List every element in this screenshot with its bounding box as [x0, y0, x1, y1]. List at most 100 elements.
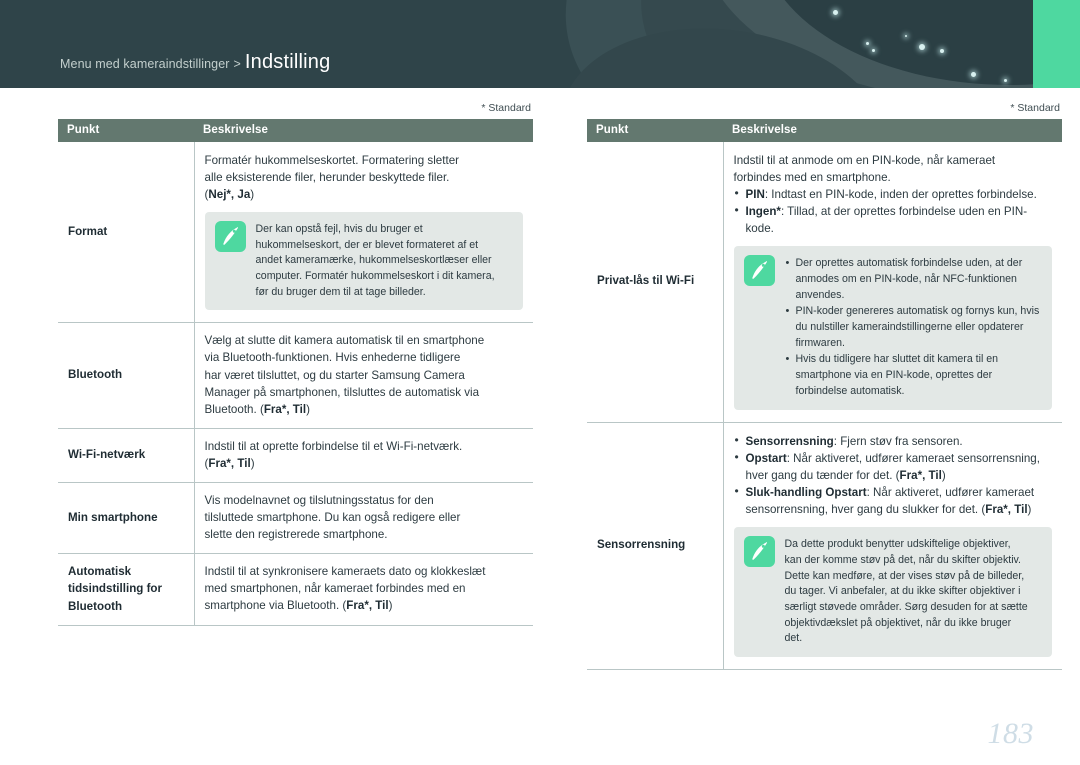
- desc-line: via Bluetooth-funktionen. Hvis enhederne…: [204, 351, 461, 365]
- pen-nib-icon: [743, 255, 775, 287]
- note-text: Der oprettes automatisk forbindelse uden…: [785, 255, 1042, 400]
- desc-line: tilsluttede smartphone. Du kan også redi…: [204, 510, 461, 524]
- table-row: Privat-lås til Wi-Fi Indstil til at anmo…: [587, 142, 1062, 424]
- left-standard-footnote: * Standard: [481, 102, 531, 114]
- pen-nib-icon: [214, 221, 246, 253]
- row-item-label: Bluetooth: [58, 322, 195, 429]
- header-decoration-arc-5: [546, 8, 904, 88]
- breadcrumb-parent: Menu med kameraindstillinger: [60, 57, 230, 71]
- row-description: Vælg at slutte dit kamera automatisk til…: [194, 322, 533, 429]
- option-values: Fra*, Til: [985, 503, 1028, 517]
- table-row: Bluetooth Vælg at slutte dit kamera auto…: [58, 322, 533, 429]
- note-line: Der kan opstå fejl, hvis du bruger et: [255, 223, 423, 236]
- option-values: Fra*, Til: [263, 402, 307, 416]
- desc-line: Indstil til at anmode om en PIN-kode, nå…: [733, 154, 996, 167]
- row-description: Indstil til at oprette forbindelse til e…: [194, 428, 533, 483]
- row-item-label: Format: [58, 142, 195, 324]
- list-item: PIN-koder genereres automatisk og fornys…: [785, 303, 1042, 351]
- option-name: Opstart: [745, 452, 787, 466]
- note-line: Dette kan medføre, at der vises støv på …: [784, 569, 1025, 582]
- desc-line: har været tilsluttet, og du starter Sams…: [204, 368, 465, 382]
- note-line: computer. Formatér hukommelseskort i dit…: [255, 270, 495, 283]
- table-header-row: Punkt Beskrivelse: [587, 119, 1062, 142]
- row-item-label: Privat-lås til Wi-Fi: [587, 142, 724, 424]
- header-sparkle: [866, 42, 869, 45]
- header-sparkle: [919, 44, 925, 50]
- option-values: Fra*, Til: [208, 456, 251, 470]
- list-item: Sensorrensning: Fjern støv fra sensoren.: [734, 432, 1053, 450]
- list-item: Sluk-handling Opstart: Når aktiveret, ud…: [734, 483, 1053, 518]
- option-desc: : Når aktiveret, udfører kameraet sensor…: [745, 452, 1040, 483]
- list-item: Opstart: Når aktiveret, udfører kameraet…: [734, 449, 1053, 484]
- row-item-label: Automatisk tidsindstilling for Bluetooth: [58, 553, 195, 626]
- page-header: Menu med kameraindstillinger > Indstilli…: [0, 0, 1080, 88]
- header-sparkle: [1004, 79, 1007, 82]
- row-item-label: Sensorrensning: [587, 422, 724, 671]
- list-item: PIN: Indtast en PIN-kode, inden der opre…: [734, 185, 1053, 203]
- note-line: før du bruger dem til at tage billeder.: [255, 285, 426, 298]
- option-name: Sensorrensning: [745, 435, 834, 449]
- right-column: * Standard Punkt Beskrivelse Privat-lås …: [587, 88, 1062, 671]
- column-header-punkt: Punkt: [587, 119, 723, 142]
- note-line: det.: [784, 632, 803, 645]
- option-list: Sensorrensning: Fjern støv fra sensoren.…: [734, 432, 1053, 518]
- note-list: Der oprettes automatisk forbindelse uden…: [785, 255, 1042, 399]
- pen-nib-icon: [743, 536, 775, 568]
- table-row: Wi-Fi-netværk Indstil til at oprette for…: [58, 428, 533, 483]
- column-header-beskrivelse: Beskrivelse: [194, 119, 533, 142]
- note-text: Der kan opstå fejl, hvis du bruger et hu…: [256, 221, 513, 300]
- desc-line: slette den registrerede smartphone.: [204, 527, 388, 541]
- note-text: Da dette produkt benytter udskiftelige o…: [785, 536, 1042, 647]
- list-item: Hvis du tidligere har sluttet dit kamera…: [785, 351, 1042, 399]
- desc-line: Indstil til at synkronisere kameraets da…: [204, 565, 486, 579]
- note-box: Der kan opstå fejl, hvis du bruger et hu…: [204, 212, 523, 311]
- header-accent-bar: [1033, 0, 1080, 88]
- row-description: Indstil til at anmode om en PIN-kode, nå…: [723, 142, 1062, 424]
- option-desc: : Indtast en PIN-kode, inden der oprette…: [764, 188, 1037, 202]
- header-sparkle: [833, 10, 838, 15]
- table-header-row: Punkt Beskrivelse: [58, 119, 533, 142]
- option-list: PIN: Indtast en PIN-kode, inden der opre…: [734, 185, 1053, 237]
- option-values: Nej*, Ja: [208, 188, 251, 202]
- desc-line: forbindes med en smartphone.: [733, 171, 891, 185]
- note-line: kan der komme støv på det, når du skifte…: [784, 554, 1022, 567]
- left-column: * Standard Punkt Beskrivelse Format Form…: [58, 88, 533, 670]
- row-description: Vis modelnavnet og tilslutningsstatus fo…: [194, 482, 533, 554]
- note-line: hukommelseskort, der er blevet formatere…: [255, 238, 479, 251]
- desc-options: Bluetooth. (Fra*, Til): [204, 402, 311, 416]
- right-settings-table: Punkt Beskrivelse Privat-lås til Wi-Fi I…: [587, 119, 1062, 671]
- note-box: Da dette produkt benytter udskiftelige o…: [733, 527, 1052, 658]
- note-box: Der oprettes automatisk forbindelse uden…: [733, 246, 1052, 411]
- row-item-label: Wi-Fi-netværk: [58, 428, 195, 483]
- header-sparkle: [940, 49, 944, 53]
- desc-line: Vælg at slutte dit kamera automatisk til…: [204, 334, 485, 348]
- desc-options: (Fra*, Til): [204, 456, 255, 470]
- row-item-label: Min smartphone: [58, 482, 195, 554]
- desc-line: Indstil til at oprette forbindelse til e…: [204, 439, 463, 453]
- header-sparkle: [905, 35, 907, 37]
- table-row: Sensorrensning Sensorrensning: Fjern stø…: [587, 422, 1062, 671]
- note-line: særligt støvede områder. Sørg desuden fo…: [784, 601, 1028, 614]
- desc-line: Formatér hukommelseskortet. Formatering …: [204, 154, 460, 167]
- breadcrumb-separator: >: [233, 57, 241, 71]
- note-line: Da dette produkt benytter udskiftelige o…: [784, 538, 1011, 551]
- desc-options: smartphone via Bluetooth. (Fra*, Til): [204, 599, 393, 613]
- row-description: Sensorrensning: Fjern støv fra sensoren.…: [723, 422, 1062, 671]
- note-line: objektivdækslet på objektivet, når du ik…: [784, 616, 1012, 629]
- header-sparkle: [971, 72, 976, 77]
- table-row: Min smartphone Vis modelnavnet og tilslu…: [58, 482, 533, 554]
- header-decoration-arc-3: [700, 0, 1080, 88]
- option-values: Fra*, Til: [899, 469, 942, 483]
- desc-line: med smartphonen, når kameraet forbindes …: [204, 582, 466, 596]
- header-decoration-arc-4: [760, 0, 1080, 85]
- option-values: Fra*, Til: [346, 599, 389, 613]
- header-decoration-arc-1: [524, 0, 1080, 88]
- left-settings-table: Punkt Beskrivelse Format Formatér hukomm…: [58, 119, 533, 626]
- desc-line: Manager på smartphonen, tilsluttes de au…: [204, 385, 480, 399]
- desc-options: (Nej*, Ja): [204, 188, 255, 202]
- page-title: Indstilling: [244, 51, 331, 73]
- page-number: 183: [987, 717, 1034, 750]
- two-column-layout: * Standard Punkt Beskrivelse Format Form…: [0, 88, 1080, 671]
- list-item: Der oprettes automatisk forbindelse uden…: [785, 255, 1042, 303]
- option-desc: : Fjern støv fra sensoren.: [833, 435, 963, 449]
